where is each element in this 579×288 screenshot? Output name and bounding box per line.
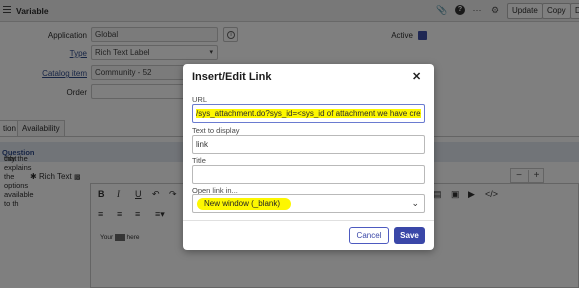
open-link-in-value: New window (_blank): [204, 199, 281, 208]
title-label: Title: [192, 156, 206, 165]
dialog-divider: [183, 220, 434, 221]
url-label: URL: [192, 95, 208, 104]
insert-link-dialog: Insert/Edit Link ✕ URL /sys_attachment.d…: [183, 64, 434, 250]
url-value: /sys_attachment.do?sys_id=<sys_id of att…: [196, 109, 421, 118]
text-to-display-input[interactable]: link: [192, 135, 425, 154]
url-input[interactable]: /sys_attachment.do?sys_id=<sys_id of att…: [192, 104, 425, 123]
open-link-in-select[interactable]: New window (_blank) ⌄: [192, 194, 425, 213]
dialog-title: Insert/Edit Link: [192, 71, 272, 83]
text-to-display-label: Text to display: [192, 126, 240, 135]
title-input[interactable]: [192, 165, 425, 184]
cancel-button[interactable]: Cancel: [349, 227, 389, 244]
chevron-down-icon: ⌄: [411, 198, 419, 208]
save-button[interactable]: Save: [394, 227, 425, 244]
close-icon[interactable]: ✕: [412, 70, 421, 83]
